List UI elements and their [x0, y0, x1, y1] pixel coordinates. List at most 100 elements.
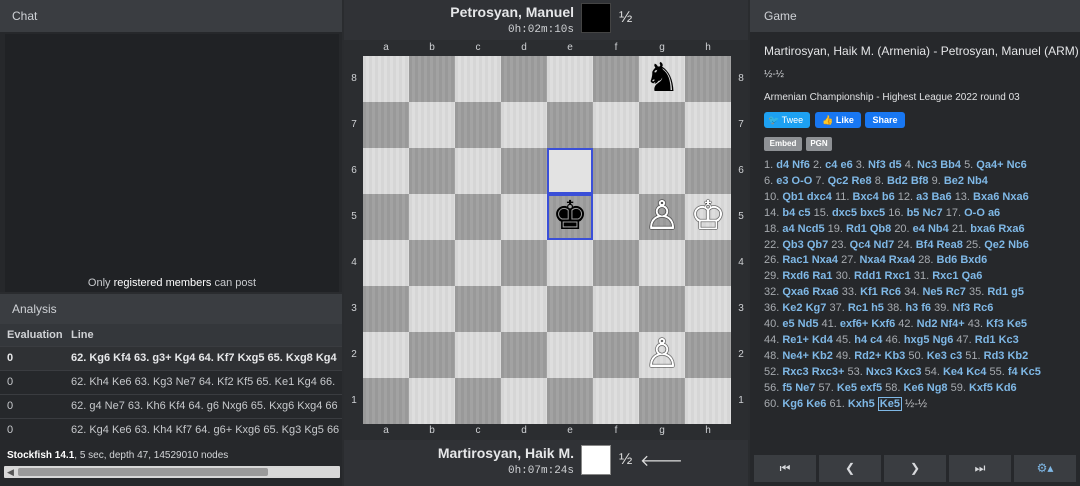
- move[interactable]: Nb4: [928, 223, 949, 235]
- move[interactable]: Qc2: [828, 175, 849, 187]
- move[interactable]: a6: [988, 207, 1000, 219]
- move[interactable]: Nb6: [1008, 239, 1029, 251]
- analysis-row[interactable]: 0 62. Kh4 Ke6 63. Kg3 Ne7 64. Kf2 Kf5 65…: [0, 370, 342, 394]
- square-a8[interactable]: [363, 56, 409, 102]
- square-e7[interactable]: [547, 102, 593, 148]
- move[interactable]: bxc5: [860, 207, 885, 219]
- move[interactable]: Qa6: [962, 270, 983, 282]
- move[interactable]: Kg6: [782, 398, 803, 410]
- move[interactable]: h3: [905, 302, 918, 314]
- tweet-button[interactable]: 🐦 Twee: [764, 112, 810, 128]
- move[interactable]: Be2: [944, 175, 964, 187]
- move[interactable]: Bb4: [940, 159, 961, 171]
- square-c2[interactable]: [455, 332, 501, 378]
- analysis-row[interactable]: 0 62. g4 Ne7 63. Kh6 Kf4 64. g6 Nxg6 65.…: [0, 394, 342, 418]
- move[interactable]: Qc4: [850, 239, 871, 251]
- square-d2[interactable]: [501, 332, 547, 378]
- move[interactable]: Nf3: [952, 302, 970, 314]
- square-d1[interactable]: [501, 378, 547, 424]
- move[interactable]: Ne7: [795, 382, 815, 394]
- move[interactable]: bxa6: [970, 223, 995, 235]
- move[interactable]: Qb1: [782, 191, 803, 203]
- square-f5[interactable]: [593, 194, 639, 240]
- move[interactable]: exf6+: [840, 318, 868, 330]
- move[interactable]: Rac1: [782, 254, 808, 266]
- square-h1[interactable]: [685, 378, 731, 424]
- square-b4[interactable]: [409, 240, 455, 286]
- move[interactable]: Bd2: [887, 175, 908, 187]
- move[interactable]: Kc5: [1021, 366, 1041, 378]
- move[interactable]: Nc7: [922, 207, 942, 219]
- move[interactable]: hxg5: [904, 334, 930, 346]
- move[interactable]: Ncd5: [798, 223, 825, 235]
- square-g7[interactable]: [639, 102, 685, 148]
- move[interactable]: exf5: [860, 382, 882, 394]
- move[interactable]: f6: [921, 302, 931, 314]
- square-f2[interactable]: [593, 332, 639, 378]
- square-f6[interactable]: [593, 148, 639, 194]
- analysis-row[interactable]: 0 62. Kg6 Kf4 63. g3+ Kg4 64. Kf7 Kxg5 6…: [0, 346, 342, 370]
- share-button[interactable]: Share: [865, 112, 905, 128]
- white-pawn-icon[interactable]: ♙: [639, 193, 685, 239]
- move[interactable]: Nf4+: [941, 318, 965, 330]
- move[interactable]: Kxf6: [871, 318, 895, 330]
- square-c3[interactable]: [455, 286, 501, 332]
- square-f3[interactable]: [593, 286, 639, 332]
- move[interactable]: Rxa6: [998, 223, 1024, 235]
- move[interactable]: Rc7: [946, 286, 966, 298]
- move[interactable]: c5: [798, 207, 810, 219]
- square-g6[interactable]: [639, 148, 685, 194]
- move[interactable]: c4: [870, 334, 882, 346]
- move[interactable]: Kxf5: [969, 382, 993, 394]
- square-b7[interactable]: [409, 102, 455, 148]
- move[interactable]: g5: [1011, 286, 1024, 298]
- move[interactable]: Re8: [851, 175, 871, 187]
- square-e3[interactable]: [547, 286, 593, 332]
- move[interactable]: Nxa4: [859, 254, 885, 266]
- move[interactable]: Kc3: [999, 334, 1019, 346]
- square-e2[interactable]: [547, 332, 593, 378]
- square-h4[interactable]: [685, 240, 731, 286]
- move[interactable]: Re1+: [782, 334, 809, 346]
- square-h6[interactable]: [685, 148, 731, 194]
- move[interactable]: Rxc3+: [812, 366, 845, 378]
- square-e1[interactable]: [547, 378, 593, 424]
- move[interactable]: Ke2: [782, 302, 802, 314]
- move[interactable]: Ke3: [927, 350, 947, 362]
- white-king-icon[interactable]: ♔: [685, 193, 731, 239]
- move[interactable]: Ke5: [837, 382, 857, 394]
- square-c1[interactable]: [455, 378, 501, 424]
- move[interactable]: Qb3: [782, 239, 803, 251]
- square-d4[interactable]: [501, 240, 547, 286]
- square-b6[interactable]: [409, 148, 455, 194]
- move[interactable]: Rc1: [848, 302, 868, 314]
- square-b5[interactable]: [409, 194, 455, 240]
- square-e8[interactable]: [547, 56, 593, 102]
- move[interactable]: Bf8: [911, 175, 929, 187]
- square-a1[interactable]: [363, 378, 409, 424]
- square-d6[interactable]: [501, 148, 547, 194]
- move[interactable]: Rd1: [987, 286, 1008, 298]
- move[interactable]: f4: [1008, 366, 1018, 378]
- square-a2[interactable]: [363, 332, 409, 378]
- square-c5[interactable]: [455, 194, 501, 240]
- square-b2[interactable]: [409, 332, 455, 378]
- move[interactable]: Kb3: [885, 350, 906, 362]
- move[interactable]: Rxa6: [812, 286, 838, 298]
- move[interactable]: Nb4: [967, 175, 988, 187]
- move[interactable]: Nxa6: [1002, 191, 1028, 203]
- like-button[interactable]: 👍 Like: [815, 112, 861, 128]
- registered-members-link[interactable]: registered members: [114, 277, 212, 289]
- move[interactable]: b4: [782, 207, 795, 219]
- move[interactable]: c3: [950, 350, 962, 362]
- move[interactable]: Qe2: [984, 239, 1005, 251]
- move[interactable]: Kf3: [986, 318, 1004, 330]
- move[interactable]: b5: [907, 207, 920, 219]
- move[interactable]: dxc4: [807, 191, 832, 203]
- square-e6[interactable]: [547, 148, 593, 194]
- move[interactable]: e6: [840, 159, 852, 171]
- square-a4[interactable]: [363, 240, 409, 286]
- square-b3[interactable]: [409, 286, 455, 332]
- square-c4[interactable]: [455, 240, 501, 286]
- move[interactable]: a3: [916, 191, 928, 203]
